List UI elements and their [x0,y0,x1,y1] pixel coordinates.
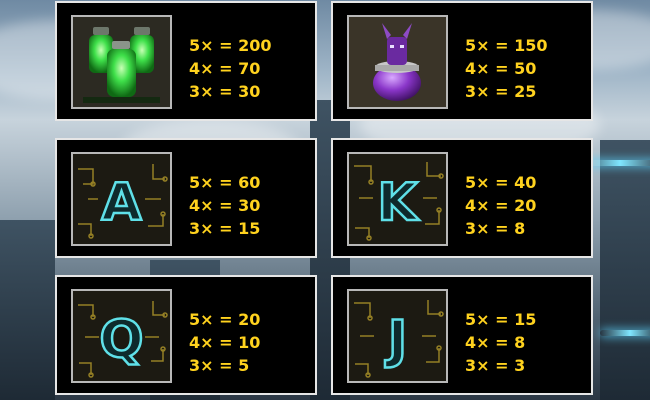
payout-3x: 3× = 8 [465,219,526,238]
symbol-frame: A [71,152,172,246]
payout-5x: 5× = 200 [189,36,272,55]
letter-j-circuit-icon: J [349,291,446,381]
payout-4x: 4× = 8 [465,333,526,352]
payout-5x: 5× = 20 [189,310,261,329]
payout-list: 5× = 60 4× = 30 3× = 15 [189,171,260,240]
paytable-card-letter-j: J 5× = 15 4× = 8 3× = 3 [331,275,593,395]
payout-5x: 5× = 60 [189,173,261,192]
payout-4x: 4× = 70 [189,59,261,78]
payout-5x: 5× = 15 [465,310,537,329]
payout-list: 5× = 150 4× = 50 3× = 25 [465,34,547,103]
payout-list: 5× = 40 4× = 20 3× = 8 [465,171,536,240]
payout-3x: 3× = 15 [189,219,261,238]
paytable-card-green-potion: 5× = 200 4× = 70 3× = 30 [55,1,317,121]
symbol-frame: K [347,152,448,246]
payout-3x: 3× = 30 [189,82,261,101]
payout-4x: 4× = 20 [465,196,537,215]
letter-a-circuit-icon: A [73,154,170,244]
svg-text:J: J [385,310,407,370]
letter-q-circuit-icon: Q [73,291,170,381]
green-potion-jars-icon [73,17,170,107]
paytable-card-letter-q: Q 5× = 20 4× = 10 3× = 5 [55,275,317,395]
payout-list: 5× = 200 4× = 70 3× = 30 [189,34,271,103]
svg-text:Q: Q [99,310,143,370]
symbol-frame [71,15,172,109]
symbol-frame [347,15,448,109]
paytable-card-letter-a: A 5× = 60 4× = 30 3× = 15 [55,138,317,258]
paytable-card-purple-jar: 5× = 150 4× = 50 3× = 25 [331,1,593,121]
payout-4x: 4× = 50 [465,59,537,78]
svg-text:A: A [101,173,141,233]
payout-5x: 5× = 40 [465,173,537,192]
symbol-frame: Q [71,289,172,383]
payout-5x: 5× = 150 [465,36,548,55]
symbol-frame: J [347,289,448,383]
payout-3x: 3× = 25 [465,82,537,101]
payout-4x: 4× = 10 [189,333,261,352]
payout-list: 5× = 20 4× = 10 3× = 5 [189,308,260,377]
letter-k-circuit-icon: K [349,154,446,244]
svg-text:K: K [377,173,419,233]
paytable-card-letter-k: K 5× = 40 4× = 20 3× = 8 [331,138,593,258]
payout-4x: 4× = 30 [189,196,261,215]
payout-list: 5× = 15 4× = 8 3× = 3 [465,308,536,377]
purple-canopic-jar-icon [349,17,446,107]
payout-3x: 3× = 5 [189,356,250,375]
payout-3x: 3× = 3 [465,356,526,375]
